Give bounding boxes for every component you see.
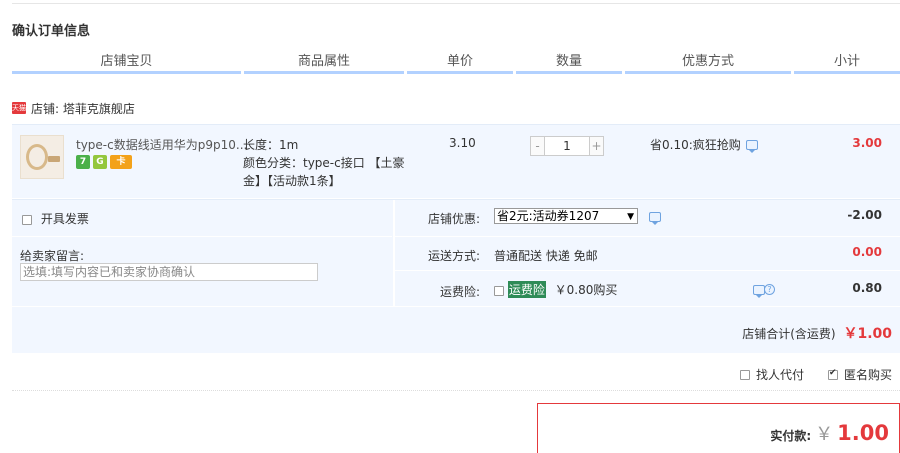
- payment-label: 实付款:: [770, 429, 812, 443]
- cable-plug-shape: [48, 156, 60, 162]
- order-item-row: type-c数据线适用华为p9p10... 7 G 卡 长度：1m 颜色分类：t…: [12, 124, 900, 198]
- quantity-stepper: - 1 +: [530, 136, 604, 156]
- cable-coil-shape: [26, 144, 48, 170]
- message-label: 给卖家留言:: [20, 249, 85, 263]
- section-title: 确认订单信息: [12, 24, 91, 39]
- attr-color-line1: 颜色分类：type-c接口 【土豪: [243, 156, 405, 170]
- promotion-text: 省0.10:疯狂抢购: [650, 138, 741, 152]
- payment-amount: 1.00: [837, 421, 889, 445]
- comment-icon[interactable]: [745, 139, 758, 153]
- insurance-option[interactable]: 运费险 ￥0.80购买: [494, 281, 617, 298]
- product-thumbnail[interactable]: [20, 135, 64, 179]
- column-header-attributes: 商品属性: [244, 52, 404, 74]
- item-subtotal: 3.00: [852, 136, 882, 150]
- row-divider: [12, 306, 900, 307]
- column-header-discount: 优惠方式: [625, 52, 791, 74]
- shop-name[interactable]: 店铺: 塔菲克旗舰店: [31, 100, 135, 117]
- comment-icon[interactable]: [649, 212, 661, 225]
- shipping-label: 运送方式:: [428, 249, 481, 263]
- tmall-icon: 天猫: [12, 102, 26, 114]
- help-icon[interactable]: ?: [764, 284, 775, 295]
- shop-discount-value: -2.00: [847, 208, 882, 222]
- purchase-options: 找人代付 匿名购买: [716, 366, 892, 383]
- seven-day-return-icon[interactable]: 7: [76, 155, 90, 169]
- quantity-minus-button[interactable]: -: [530, 136, 545, 156]
- pay-by-other-label: 找人代付: [755, 368, 804, 382]
- credit-card-icon[interactable]: 卡: [110, 155, 132, 169]
- service-tags: 7 G 卡: [76, 155, 135, 169]
- pay-by-other-option[interactable]: 找人代付: [739, 366, 804, 383]
- shipping-method: 普通配送 快递 免邮: [494, 249, 598, 263]
- anonymous-purchase-checkbox[interactable]: [827, 368, 838, 380]
- invoice-checkbox[interactable]: [22, 214, 32, 225]
- column-divider: [393, 200, 395, 306]
- column-header-item: 店铺宝贝: [12, 52, 241, 74]
- dotted-divider: [12, 390, 900, 391]
- order-table-header: 店铺宝贝 商品属性 单价 数量 优惠方式 小计: [12, 52, 900, 74]
- row-divider: [12, 236, 392, 237]
- top-divider: [12, 3, 900, 4]
- pay-by-other-checkbox[interactable]: [739, 369, 750, 380]
- insurance-value: 0.80: [852, 281, 882, 295]
- shipping-cost: 0.00: [852, 245, 882, 259]
- column-header-quantity: 数量: [516, 52, 622, 74]
- insurance-price: ￥0.80购买: [554, 283, 618, 297]
- attr-color-line2: 金】【活动款1条】: [243, 174, 341, 188]
- message-input[interactable]: 选填:填写内容已和卖家协商确认: [20, 263, 318, 281]
- anonymous-purchase-option[interactable]: 匿名购买: [827, 366, 892, 383]
- payment-total: 实付款: ￥ 1.00: [770, 420, 889, 446]
- shop-discount-label: 店铺优惠:: [428, 212, 481, 226]
- column-header-price: 单价: [407, 52, 513, 74]
- column-header-subtotal: 小计: [794, 52, 900, 74]
- anonymous-purchase-label: 匿名购买: [843, 368, 892, 382]
- insurance-label: 运费险:: [440, 285, 481, 299]
- row-divider: [395, 236, 900, 237]
- insurance-tag[interactable]: 运费险: [507, 281, 546, 298]
- shop-total: 店铺合计(含运费) ￥1.00: [742, 323, 892, 343]
- invoice-label: 开具发票: [40, 212, 89, 226]
- quantity-input[interactable]: 1: [545, 136, 589, 156]
- quantity-plus-button[interactable]: +: [589, 136, 604, 156]
- shop-discount-select[interactable]: 省2元:活动券1207 ▼: [494, 208, 638, 224]
- yen-symbol: ￥: [815, 424, 834, 445]
- unit-price: 3.10: [449, 136, 476, 150]
- shop-discount-selected: 省2元:活动券1207: [497, 209, 600, 223]
- shop-total-amount: ￥1.00: [843, 326, 892, 342]
- guarantee-icon[interactable]: G: [93, 155, 107, 169]
- insurance-checkbox[interactable]: [494, 285, 504, 296]
- attr-length: 长度：1m: [243, 138, 299, 152]
- promotion-info: 省0.10:疯狂抢购: [650, 136, 758, 153]
- row-divider: [395, 270, 900, 271]
- invoice-option[interactable]: 开具发票: [22, 210, 89, 227]
- dropdown-arrow-icon: ▼: [627, 212, 634, 222]
- order-extras-panel: 开具发票 店铺优惠: 省2元:活动券1207 ▼ -2.00 给卖家留言: 选填…: [12, 199, 900, 353]
- product-name-link[interactable]: type-c数据线适用华为p9p10...: [76, 136, 247, 153]
- payment-summary-box: 实付款: ￥ 1.00: [537, 403, 900, 453]
- shop-total-label: 店铺合计(含运费): [742, 327, 836, 341]
- shop-row: 天猫 店铺: 塔菲克旗舰店: [12, 98, 135, 118]
